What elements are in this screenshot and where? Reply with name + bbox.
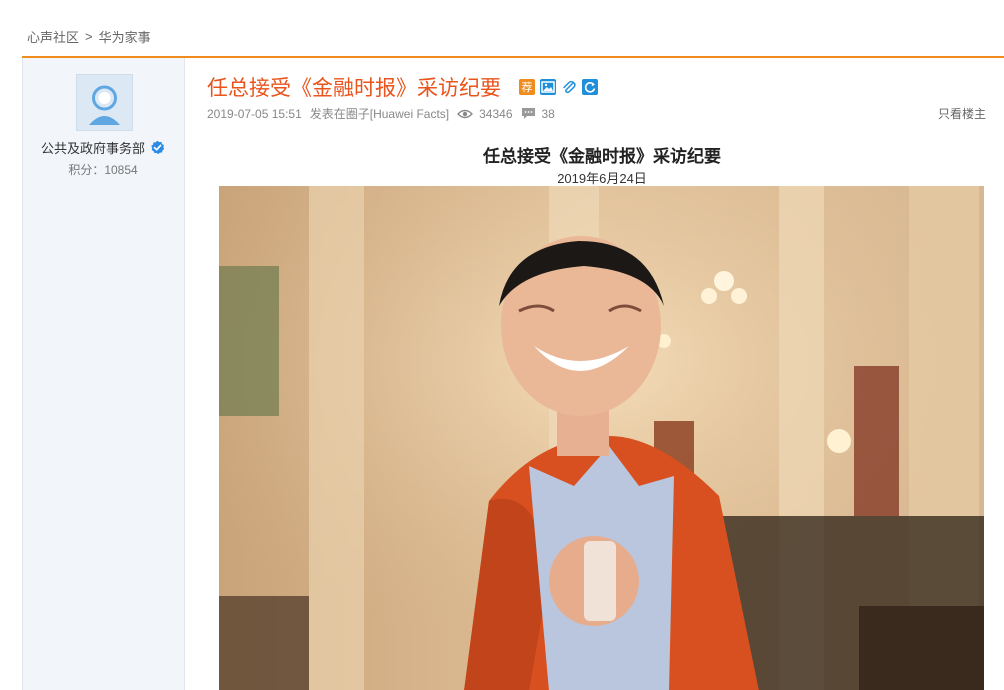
avatar[interactable] (76, 74, 133, 131)
breadcrumb: 心声社区 > 华为家事 (27, 27, 151, 46)
verified-icon (151, 140, 165, 155)
view-count: 34346 (479, 106, 513, 121)
content-date: 2019年6月24日 (557, 171, 647, 186)
post-main: 任总接受《金融时报》采访纪要 荐 2019-07-05 15:51 发表在圈子[… (207, 58, 1004, 690)
reply-count: 38 (541, 106, 555, 121)
author-name-text[interactable]: 公共及政府事务部 (41, 138, 145, 157)
refresh-icon (582, 79, 598, 95)
portrait-photo-illustration (219, 186, 984, 690)
breadcrumb-section-link[interactable]: 华为家事 (99, 27, 151, 46)
post-badges: 荐 (519, 79, 598, 95)
views-icon (457, 108, 474, 120)
author-points: 积分：10854 (68, 163, 138, 177)
breadcrumb-separator: > (85, 29, 93, 44)
content-title: 任总接受《金融时报》采访纪要 (483, 147, 721, 167)
author-name: 公共及政府事务部 (33, 138, 173, 157)
only-host-link[interactable]: 只看楼主 (938, 105, 986, 122)
replies-icon (521, 107, 536, 120)
post-meta: 2019-07-05 15:51 发表在圈子[Huawei Facts] 343… (207, 105, 994, 122)
post-circle-link[interactable]: 发表在圈子[Huawei Facts] (310, 105, 449, 122)
breadcrumb-home-link[interactable]: 心声社区 (27, 27, 79, 46)
user-avatar-icon (77, 75, 132, 130)
image-icon (540, 79, 556, 95)
article-photo (219, 186, 984, 690)
post-date: 2019-07-05 15:51 (207, 106, 302, 121)
author-sidebar: 公共及政府事务部 积分：10854 (22, 58, 185, 690)
post-title-text: 任总接受《金融时报》采访纪要 (207, 77, 501, 100)
attachment-icon (561, 79, 577, 95)
recommend-badge: 荐 (519, 79, 535, 95)
post-title: 任总接受《金融时报》采访纪要 荐 (207, 72, 598, 102)
